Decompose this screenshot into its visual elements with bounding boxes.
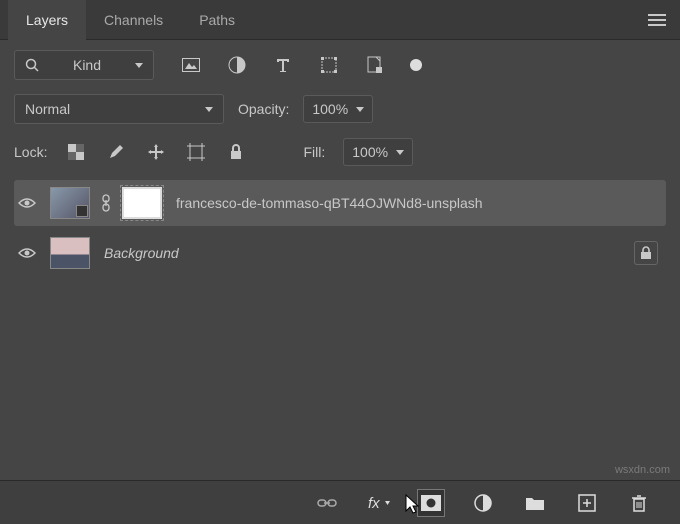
chevron-down-icon <box>356 107 364 112</box>
layers-panel: Layers Channels Paths Kind <box>0 0 680 524</box>
visibility-toggle[interactable] <box>14 247 40 259</box>
new-group-button[interactable] <box>522 490 548 516</box>
search-icon <box>25 58 39 72</box>
filter-adjustment-icon[interactable] <box>226 54 248 76</box>
filter-shape-icon[interactable] <box>318 54 340 76</box>
tab-layers[interactable]: Layers <box>8 0 86 40</box>
layer-row[interactable]: francesco-de-tommaso-qBT44OJWNd8-unsplas… <box>14 180 666 226</box>
layer-name[interactable]: Background <box>104 245 179 261</box>
filter-kind-label: Kind <box>73 57 101 73</box>
svg-text:fx: fx <box>368 495 380 511</box>
delete-layer-button[interactable] <box>626 490 652 516</box>
chevron-down-icon <box>205 107 213 112</box>
fill-value: 100% <box>352 144 388 160</box>
filter-kind-dropdown[interactable]: Kind <box>14 50 154 80</box>
tab-paths[interactable]: Paths <box>181 0 253 40</box>
layers-list: francesco-de-tommaso-qBT44OJWNd8-unsplas… <box>0 176 680 276</box>
filter-type-icon[interactable] <box>272 54 294 76</box>
lock-row: Lock: Fill: 100% <box>0 132 680 176</box>
opacity-value: 100% <box>312 101 348 117</box>
lock-artboard-icon[interactable] <box>185 141 207 163</box>
layer-thumbnail[interactable] <box>50 187 90 219</box>
new-layer-button[interactable] <box>574 490 600 516</box>
lock-all-icon[interactable] <box>225 141 247 163</box>
lock-position-icon[interactable] <box>145 141 167 163</box>
chevron-down-icon <box>396 150 404 155</box>
layer-row[interactable]: Background <box>14 230 666 276</box>
fill-input[interactable]: 100% <box>343 138 413 166</box>
blend-mode-dropdown[interactable]: Normal <box>14 94 224 124</box>
panel-tabs: Layers Channels Paths <box>0 0 680 40</box>
blend-mode-value: Normal <box>25 101 70 117</box>
layer-mask-thumbnail[interactable] <box>122 187 162 219</box>
opacity-input[interactable]: 100% <box>303 95 373 123</box>
lock-pixels-icon[interactable] <box>105 141 127 163</box>
filter-smart-icon[interactable] <box>364 54 386 76</box>
new-adjustment-layer-button[interactable] <box>470 490 496 516</box>
link-layers-button[interactable] <box>314 490 340 516</box>
lock-label: Lock: <box>14 144 47 160</box>
chevron-down-icon <box>135 63 143 68</box>
blend-row: Normal Opacity: 100% <box>0 86 680 132</box>
panel-menu-button[interactable] <box>648 0 666 40</box>
layer-style-button[interactable]: fx <box>366 490 392 516</box>
tab-channels[interactable]: Channels <box>86 0 181 40</box>
layer-name[interactable]: francesco-de-tommaso-qBT44OJWNd8-unsplas… <box>176 195 483 211</box>
add-mask-button[interactable] <box>418 490 444 516</box>
filter-toggle-icon[interactable] <box>410 59 422 71</box>
opacity-label: Opacity: <box>238 101 289 117</box>
bottom-toolbar: fx <box>0 480 680 524</box>
watermark: wsxdn.com <box>615 464 670 476</box>
layer-thumbnail[interactable] <box>50 237 90 269</box>
lock-icon[interactable] <box>634 241 658 265</box>
mask-link-icon[interactable] <box>98 192 114 214</box>
fill-label: Fill: <box>303 144 325 160</box>
filter-type-icons <box>180 54 422 76</box>
filter-row: Kind <box>0 40 680 86</box>
visibility-toggle[interactable] <box>14 197 40 209</box>
lock-transparency-icon[interactable] <box>65 141 87 163</box>
filter-pixel-icon[interactable] <box>180 54 202 76</box>
